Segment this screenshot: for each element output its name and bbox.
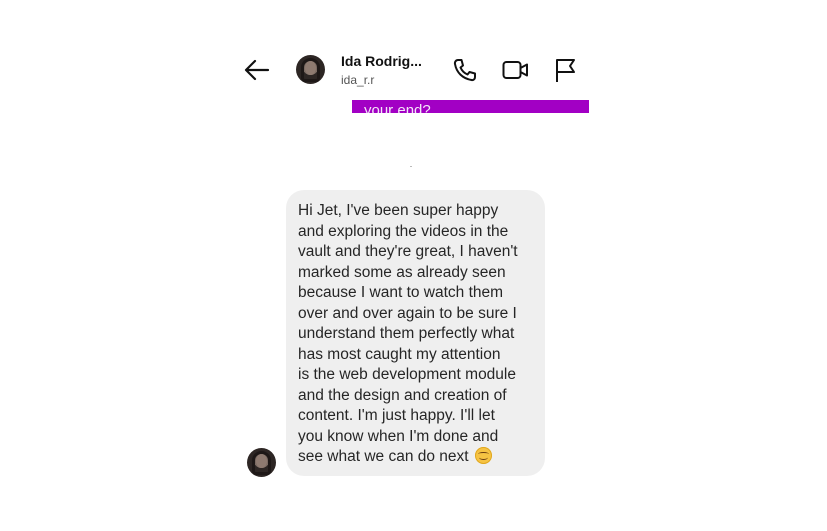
contact-handle: ida_r.r xyxy=(341,73,375,87)
incoming-message-text: Hi Jet, I've been super happy and explor… xyxy=(298,202,518,465)
video-camera-icon xyxy=(502,61,528,79)
contact-avatar[interactable] xyxy=(296,55,325,84)
divider xyxy=(410,166,412,167)
smiling-face-icon xyxy=(474,447,492,464)
back-button[interactable] xyxy=(242,56,272,84)
incoming-message-bubble[interactable]: Hi Jet, I've been super happy and explor… xyxy=(286,190,545,476)
previous-message-text: your end? xyxy=(364,102,431,113)
report-button[interactable] xyxy=(552,56,580,84)
call-button[interactable] xyxy=(450,56,478,84)
phone-icon xyxy=(453,59,476,82)
arrow-left-icon xyxy=(244,59,270,81)
contact-name[interactable]: Ida Rodrig... xyxy=(341,53,422,69)
sender-avatar[interactable] xyxy=(247,448,276,477)
flag-icon xyxy=(556,59,575,82)
chat-header: Ida Rodrig... ida_r.r xyxy=(0,0,827,100)
video-call-button[interactable] xyxy=(501,56,529,84)
